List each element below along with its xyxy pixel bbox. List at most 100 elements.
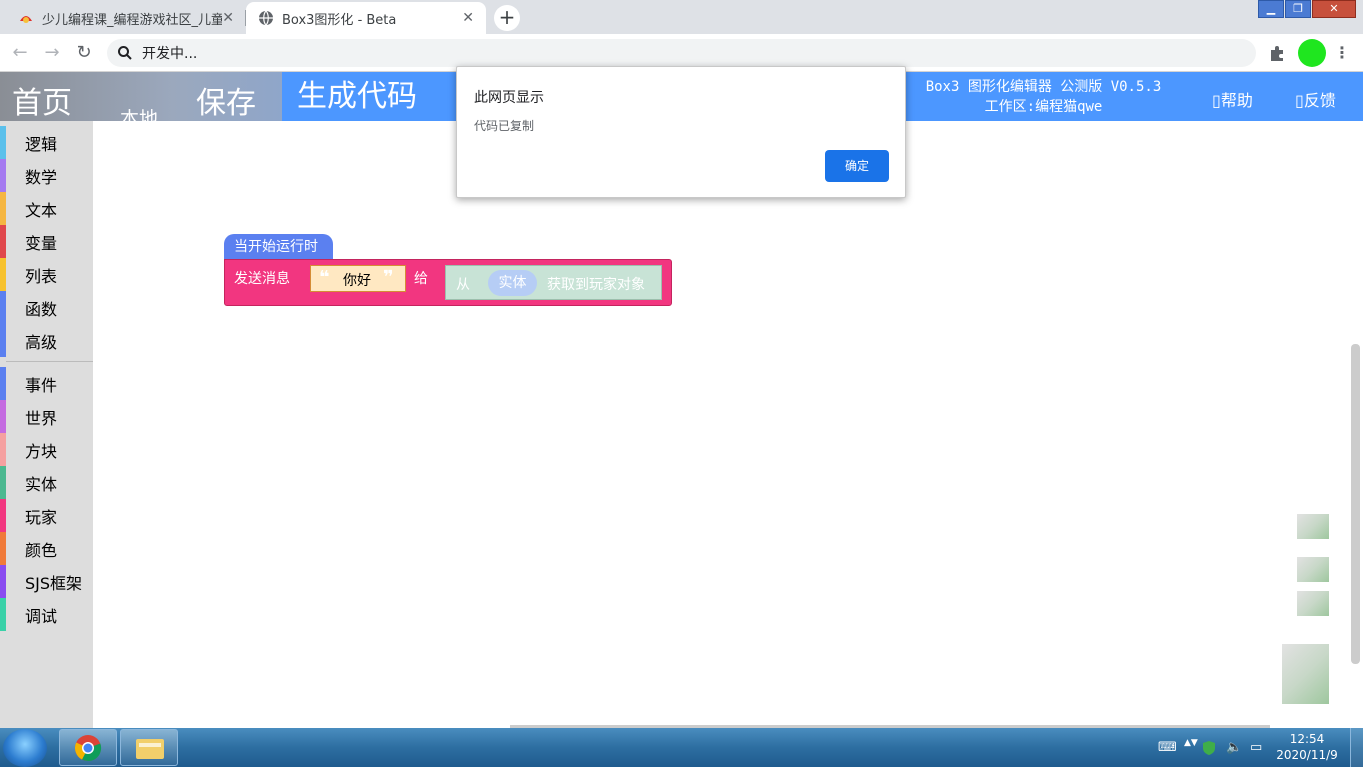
category-color-bar — [0, 598, 6, 631]
to-label: 给 — [414, 271, 428, 287]
toolbox-category[interactable]: 逻辑 — [0, 126, 93, 159]
category-color-bar — [0, 225, 6, 258]
category-color-bar — [0, 433, 6, 466]
message-value: 你好 — [343, 273, 371, 289]
get-player-block[interactable]: 从 实体 获取到玩家对象 — [445, 265, 662, 300]
menu-kebab-icon[interactable]: ⋮ — [1334, 43, 1350, 62]
open-quote-icon: ❝ — [319, 267, 330, 288]
nav-home[interactable]: 首页 — [12, 78, 72, 122]
address-bar[interactable]: 开发中... — [107, 39, 1256, 67]
category-color-bar — [0, 400, 6, 433]
maximize-button[interactable]: ❐ — [1285, 0, 1311, 18]
nav-save[interactable]: 保存 — [196, 78, 256, 122]
close-window-button[interactable]: ✕ — [1312, 0, 1356, 18]
chrome-icon — [74, 735, 102, 762]
extensions-puzzle-icon[interactable] — [1268, 44, 1286, 62]
trash-can-icon[interactable] — [1282, 644, 1329, 704]
taskbar-file-explorer[interactable] — [120, 729, 178, 766]
category-label: 数学 — [25, 167, 58, 187]
show-desktop-button[interactable] — [1350, 728, 1363, 767]
browser-tab-2[interactable]: Box3图形化 - Beta ✕ — [246, 2, 486, 34]
blockly-workspace[interactable] — [93, 121, 1363, 728]
browser-tab-1[interactable]: 少儿编程课_编程游戏社区_儿童编程 ✕ — [6, 2, 246, 34]
send-message-block[interactable]: 发送消息 ❝ 你好 ❞ 给 从 实体 获取到玩家对象 — [224, 259, 672, 306]
workspace-name: 工作区:编程猫qwe — [984, 99, 1103, 115]
help-box-icon: ▯ — [1212, 91, 1221, 110]
folder-icon — [136, 739, 164, 759]
category-label: 高级 — [25, 332, 58, 352]
tab-title: Box3图形化 - Beta — [282, 12, 397, 28]
search-icon — [118, 46, 132, 60]
event-block-on-start[interactable]: 当开始运行时 — [224, 234, 333, 261]
windows-taskbar: ⌨ ▲▼ 🔈 ▭ 12:54 2020/11/9 — [0, 728, 1363, 767]
category-color-bar — [0, 126, 6, 159]
version-title: Box3 图形化编辑器 公测版 V0.5.3 — [925, 79, 1162, 95]
toolbox-category[interactable]: 列表 — [0, 258, 93, 291]
workspace-vertical-scrollbar[interactable] — [1351, 344, 1360, 664]
forward-arrow-icon[interactable]: → — [40, 41, 64, 65]
browser-tabstrip: 少儿编程课_编程游戏社区_儿童编程 ✕ Box3图形化 - Beta ✕ + ▁… — [0, 0, 1363, 34]
feedback-box-icon: ▯ — [1295, 91, 1304, 110]
category-color-bar — [0, 499, 6, 532]
keyboard-icon[interactable]: ⌨ — [1158, 740, 1177, 755]
toolbox-category[interactable]: 高级 — [0, 324, 93, 357]
category-label: 调试 — [25, 606, 58, 626]
toolbox-category[interactable]: 文本 — [0, 192, 93, 225]
category-color-bar — [0, 532, 6, 565]
nav-local[interactable]: 本地 — [120, 106, 158, 121]
category-label: 玩家 — [25, 507, 58, 527]
zoom-out-icon[interactable] — [1297, 591, 1329, 616]
toolbox-divider — [6, 361, 93, 362]
help-link[interactable]: ▯帮助 — [1212, 87, 1253, 111]
category-color-bar — [0, 565, 6, 598]
zoom-in-icon[interactable] — [1297, 557, 1329, 582]
address-text: 开发中... — [142, 46, 198, 62]
globe-icon — [259, 10, 273, 26]
category-label: 文本 — [25, 200, 58, 220]
toolbox-category[interactable]: 玩家 — [0, 499, 93, 532]
toolbox-category[interactable]: 调试 — [0, 598, 93, 631]
category-color-bar — [0, 159, 6, 192]
toolbox-category[interactable]: 函数 — [0, 291, 93, 324]
volume-icon[interactable]: 🔈 — [1226, 740, 1242, 755]
tab-close-icon[interactable]: ✕ — [462, 10, 474, 26]
tab-title: 少儿编程课_编程游戏社区_儿童编程 — [42, 12, 222, 28]
tab-close-icon[interactable]: ✕ — [222, 10, 234, 26]
start-button[interactable] — [3, 729, 47, 767]
tray-expand-icon[interactable]: ▲▼ — [1184, 738, 1198, 748]
message-string-input[interactable]: ❝ 你好 ❞ — [310, 265, 406, 292]
toolbox-category[interactable]: 世界 — [0, 400, 93, 433]
feedback-link[interactable]: ▯反馈 — [1295, 87, 1336, 111]
back-arrow-icon[interactable]: ← — [8, 41, 32, 65]
new-tab-button[interactable]: + — [494, 5, 520, 31]
taskbar-chrome[interactable] — [59, 729, 117, 766]
toolbox-category[interactable]: 方块 — [0, 433, 93, 466]
zoom-reset-icon[interactable] — [1297, 514, 1329, 539]
nav-generate-code[interactable]: 生成代码 — [282, 72, 432, 121]
toolbox-category[interactable]: 实体 — [0, 466, 93, 499]
clock-time: 12:54 — [1289, 732, 1325, 746]
reload-icon[interactable]: ↻ — [72, 41, 96, 65]
category-label: 颜色 — [25, 540, 58, 560]
minimize-button[interactable]: ▁ — [1258, 0, 1284, 18]
category-label: 列表 — [25, 266, 58, 286]
toolbox-category[interactable]: SJS框架 — [0, 565, 93, 598]
dialog-ok-button[interactable]: 确定 — [825, 150, 889, 182]
version-info: Box3 图形化编辑器 公测版 V0.5.3 工作区:编程猫qwe — [906, 77, 1181, 117]
toolbox-category[interactable]: 变量 — [0, 225, 93, 258]
toolbox-category[interactable]: 数学 — [0, 159, 93, 192]
category-label: 方块 — [25, 441, 58, 461]
category-label: 实体 — [25, 474, 58, 494]
toolbox-category[interactable]: 事件 — [0, 367, 93, 400]
category-color-bar — [0, 466, 6, 499]
profile-avatar[interactable] — [1298, 39, 1326, 67]
toolbox-category[interactable]: 颜色 — [0, 532, 93, 565]
clock[interactable]: 12:54 2020/11/9 — [1276, 731, 1338, 763]
category-color-bar — [0, 367, 6, 400]
entity-pill[interactable]: 实体 — [488, 270, 537, 296]
send-message-label: 发送消息 — [234, 271, 290, 287]
category-color-bar — [0, 291, 6, 324]
category-label: 函数 — [25, 299, 58, 319]
network-icon[interactable]: ▭ — [1250, 740, 1262, 755]
security-shield-icon[interactable] — [1202, 740, 1216, 756]
